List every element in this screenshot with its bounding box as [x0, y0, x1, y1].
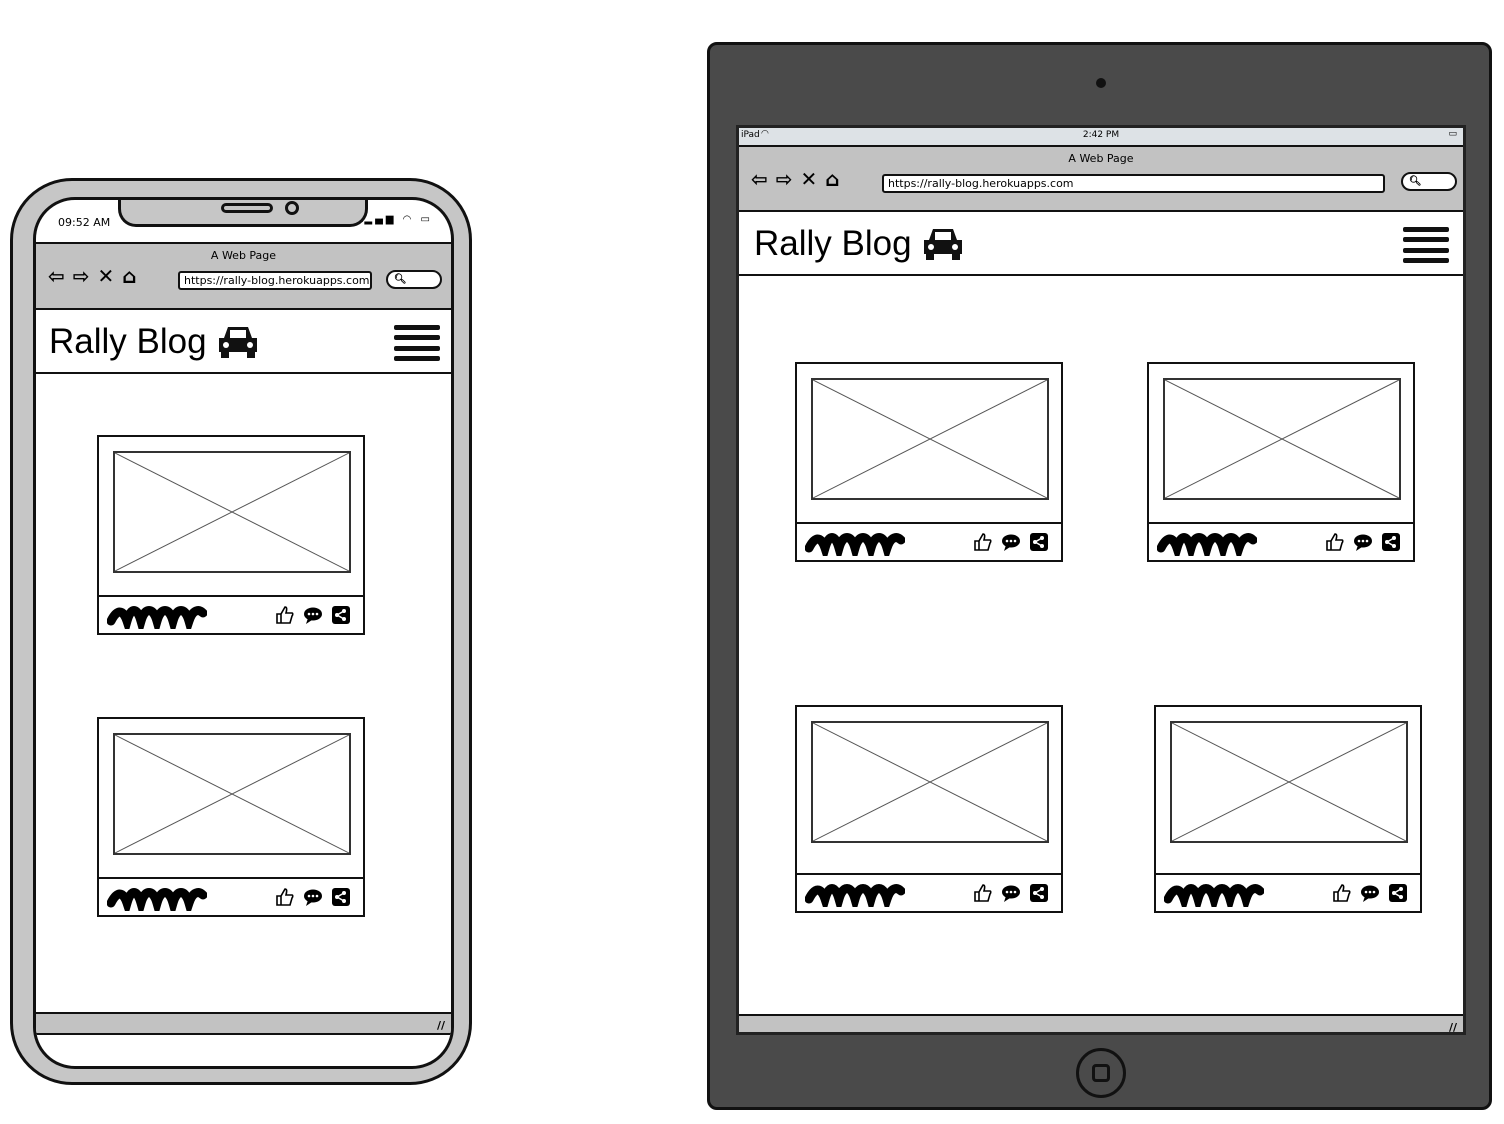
post-card[interactable]: [795, 362, 1063, 562]
share-icon[interactable]: [1381, 532, 1401, 552]
comment-icon[interactable]: [1001, 532, 1021, 552]
thumbs-up-icon[interactable]: [275, 887, 295, 907]
post-card[interactable]: [1154, 705, 1422, 913]
logo[interactable]: Rally Blog: [49, 322, 261, 362]
phone-notch: [118, 200, 368, 227]
thumbs-up-icon[interactable]: [1325, 532, 1345, 552]
share-icon[interactable]: [1029, 883, 1049, 903]
search-icon[interactable]: 🔍︎: [1401, 172, 1457, 191]
resize-grip-icon[interactable]: //: [437, 1019, 445, 1032]
car-icon: [923, 229, 962, 260]
post-card[interactable]: [795, 705, 1063, 913]
card-footer: [99, 877, 363, 915]
comment-icon[interactable]: [1001, 883, 1021, 903]
card-footer: [797, 522, 1061, 560]
image-placeholder: [113, 733, 351, 855]
title-scribble: [805, 533, 905, 556]
share-icon[interactable]: [331, 605, 351, 625]
hamburger-menu-icon[interactable]: [1403, 227, 1449, 263]
share-icon[interactable]: [1029, 532, 1049, 552]
forward-arrow-icon[interactable]: ⇨: [776, 167, 793, 191]
hamburger-menu-icon[interactable]: [394, 325, 440, 361]
card-footer: [99, 595, 363, 633]
thumbs-up-icon[interactable]: [973, 532, 993, 552]
title-scribble: [107, 606, 207, 629]
back-arrow-icon[interactable]: ⇦: [48, 264, 65, 288]
title-scribble: [1157, 533, 1257, 556]
battery-icon: ▭: [1448, 129, 1457, 139]
thumbs-up-icon[interactable]: [1332, 883, 1352, 903]
search-icon[interactable]: 🔍︎: [386, 270, 442, 289]
site-header: Rally Blog: [36, 310, 451, 374]
back-arrow-icon[interactable]: ⇦: [751, 167, 768, 191]
forward-arrow-icon[interactable]: ⇨: [73, 264, 90, 288]
comment-icon[interactable]: [303, 887, 323, 907]
site-header: Rally Blog: [739, 212, 1463, 276]
browser-bar: A Web Page ⇦ ⇨ ✕ ⌂ https://rally-blog.he…: [739, 145, 1463, 212]
post-card[interactable]: [97, 717, 365, 917]
title-scribble: [805, 884, 905, 907]
tablet-mockup: iPad ◠ 2:42 PM ▭ A Web Page ⇦ ⇨ ✕ ⌂ http…: [707, 42, 1492, 1110]
close-icon[interactable]: ✕: [801, 167, 818, 191]
browser-bottom-bar: //: [36, 1012, 451, 1035]
status-time: 2:42 PM: [1082, 130, 1120, 140]
phone-screen: 09:52 AM ▂▄▆ ◠ ▭ A Web Page ⇦ ⇨ ✕ ⌂ http…: [33, 197, 454, 1069]
thumbs-up-icon[interactable]: [973, 883, 993, 903]
speaker: [221, 203, 273, 213]
image-placeholder: [1170, 721, 1408, 843]
title-scribble: [1164, 884, 1264, 907]
logo-text: Rally Blog: [754, 224, 912, 263]
image-placeholder: [1163, 378, 1401, 500]
resize-grip-icon[interactable]: //: [1449, 1021, 1457, 1032]
status-time: 09:52 AM: [58, 216, 111, 229]
browser-nav: ⇦ ⇨ ✕ ⌂: [48, 264, 137, 288]
card-footer: [1156, 873, 1420, 911]
home-button[interactable]: [1076, 1048, 1126, 1098]
car-icon: [218, 327, 257, 358]
post-card[interactable]: [97, 435, 365, 635]
browser-bar: A Web Page ⇦ ⇨ ✕ ⌂ https://rally-blog.he…: [36, 242, 451, 310]
card-footer: [1149, 522, 1413, 560]
share-icon[interactable]: [1388, 883, 1408, 903]
page-title: A Web Page: [210, 249, 277, 262]
tablet-screen: iPad ◠ 2:42 PM ▭ A Web Page ⇦ ⇨ ✕ ⌂ http…: [736, 125, 1466, 1035]
tablet-camera: [1096, 78, 1106, 88]
image-placeholder: [811, 378, 1049, 500]
thumbs-up-icon[interactable]: [275, 605, 295, 625]
phone-mockup: 09:52 AM ▂▄▆ ◠ ▭ A Web Page ⇦ ⇨ ✕ ⌂ http…: [10, 178, 472, 1085]
front-camera: [285, 201, 299, 215]
status-bar: iPad ◠ 2:42 PM ▭: [739, 128, 1463, 145]
card-footer: [797, 873, 1061, 911]
url-field[interactable]: https://rally-blog.herokuapps.com: [882, 174, 1385, 193]
url-field[interactable]: https://rally-blog.herokuapps.com: [178, 271, 372, 290]
close-icon[interactable]: ✕: [98, 264, 115, 288]
logo[interactable]: Rally Blog: [754, 224, 966, 264]
browser-nav: ⇦ ⇨ ✕ ⌂: [751, 167, 840, 191]
title-scribble: [107, 888, 207, 911]
share-icon[interactable]: [331, 887, 351, 907]
image-placeholder: [811, 721, 1049, 843]
post-card[interactable]: [1147, 362, 1415, 562]
home-icon[interactable]: ⌂: [122, 264, 136, 288]
comment-icon[interactable]: [303, 605, 323, 625]
signal-wifi-battery-icon: ▂▄▆ ◠ ▭: [364, 214, 433, 225]
browser-bottom-bar: //: [739, 1014, 1463, 1032]
comment-icon[interactable]: [1360, 883, 1380, 903]
page-title: A Web Page: [1068, 152, 1134, 165]
home-icon[interactable]: ⌂: [825, 167, 839, 191]
logo-text: Rally Blog: [49, 322, 207, 361]
comment-icon[interactable]: [1353, 532, 1373, 552]
image-placeholder: [113, 451, 351, 573]
